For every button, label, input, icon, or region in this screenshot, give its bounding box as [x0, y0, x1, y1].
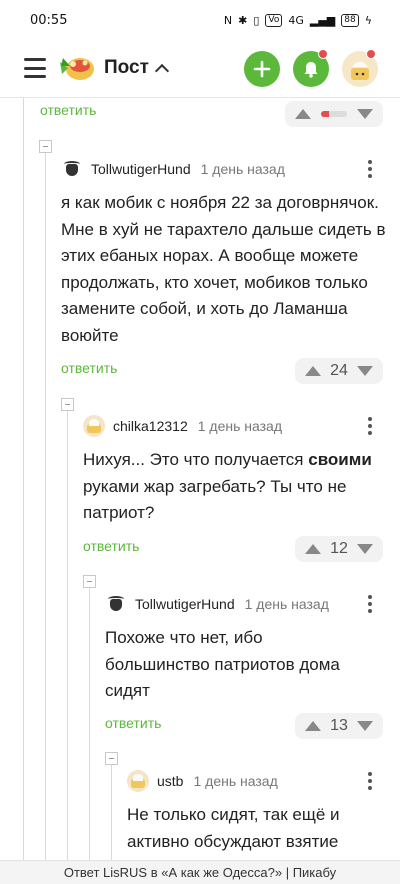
app-header: Пост	[0, 40, 400, 98]
comment-thread: ответить TollwutigerHund 1 день назад я …	[0, 98, 400, 860]
vote-widget: 13	[295, 713, 383, 739]
comment-text-part: Нихуя... Это что получается	[83, 450, 309, 469]
downvote-icon[interactable]	[356, 721, 373, 731]
status-icons: N ✱ ▯ Vo 4G ▂▄▆ 88 ϟ	[223, 13, 372, 27]
chevron-up-icon	[154, 63, 169, 79]
comment-header: ustb 1 день назад	[127, 770, 278, 792]
thread-line	[67, 404, 68, 860]
comment-date: 1 день назад	[193, 773, 278, 789]
downvote-icon[interactable]	[357, 109, 373, 119]
more-options-icon[interactable]	[368, 417, 372, 435]
pikabu-logo[interactable]	[58, 52, 96, 86]
comment-date: 1 день назад	[200, 161, 285, 177]
thread-line	[23, 98, 24, 860]
avatar[interactable]	[127, 770, 149, 792]
thread-line	[111, 760, 112, 860]
comment-header: TollwutigerHund 1 день назад	[61, 158, 285, 180]
comment-author[interactable]: chilka12312	[113, 418, 188, 434]
comment-author[interactable]: TollwutigerHund	[135, 596, 235, 612]
nfc-icon: N	[223, 13, 233, 27]
bluetooth-icon: ✱	[238, 13, 248, 27]
comment-text: я как мобик с ноября 22 за договрнячок. …	[61, 193, 386, 345]
reply-link[interactable]: ответить	[105, 715, 161, 731]
avatar[interactable]	[83, 415, 105, 437]
comment-date: 1 день назад	[244, 596, 329, 612]
avatar[interactable]	[61, 158, 83, 180]
page-title-text: Пост	[104, 57, 149, 78]
more-options-icon[interactable]	[368, 595, 372, 613]
vote-widget: 12	[295, 536, 383, 562]
comment-text-bold: своими	[308, 450, 372, 469]
avatar[interactable]	[105, 593, 127, 615]
plus-icon	[253, 60, 271, 78]
collapse-toggle[interactable]	[39, 140, 52, 153]
reply-link[interactable]: ответить	[83, 538, 139, 554]
status-time: 00:55	[30, 12, 68, 28]
comment-text: Не только сидят, так ещё и активно обсуж…	[127, 805, 340, 851]
comment-text-part: руками жар загребать? Ты что не патриот?	[83, 476, 347, 523]
vibrate-icon: ▯	[253, 13, 260, 27]
collapse-toggle[interactable]	[61, 398, 74, 411]
rating-bar	[321, 111, 347, 117]
vote-widget	[285, 101, 383, 127]
page-title[interactable]: Пост	[104, 57, 169, 79]
comment-header: chilka12312 1 день назад	[83, 415, 282, 437]
avatar-badge	[366, 49, 376, 59]
bell-icon	[304, 62, 318, 78]
collapse-toggle[interactable]	[105, 752, 118, 765]
reply-link[interactable]: ответить	[61, 360, 117, 376]
page-footer: Ответ LisRUS в «А как же Одесса?» | Пика…	[0, 860, 400, 884]
thread-line	[45, 150, 46, 860]
upvote-icon[interactable]	[295, 109, 311, 119]
charging-icon: ϟ	[364, 13, 372, 27]
thread-line	[89, 586, 90, 860]
vote-count: 24	[330, 362, 348, 379]
more-options-icon[interactable]	[368, 772, 372, 790]
comment-date: 1 день назад	[197, 418, 283, 434]
downvote-icon[interactable]	[356, 544, 373, 554]
menu-icon[interactable]	[24, 58, 46, 78]
downvote-icon[interactable]	[356, 366, 373, 376]
comment-text: Похоже что нет, ибо большинство патриото…	[105, 628, 340, 700]
more-options-icon[interactable]	[368, 160, 372, 178]
notification-dot	[318, 49, 328, 59]
reply-link[interactable]: ответить	[40, 102, 96, 118]
comment-author[interactable]: ustb	[157, 773, 183, 789]
collapse-toggle[interactable]	[83, 575, 96, 588]
battery-level: 88	[341, 13, 359, 27]
volte-icon: Vo	[265, 13, 283, 27]
add-post-button[interactable]	[244, 51, 280, 87]
upvote-icon[interactable]	[305, 721, 321, 731]
signal-icon: ▂▄▆	[309, 13, 336, 27]
footer-text: Ответ LisRUS в «А как же Одесса?» | Пика…	[63, 865, 337, 880]
upvote-icon[interactable]	[305, 366, 321, 376]
vote-count: 12	[330, 540, 348, 557]
comment-header: TollwutigerHund 1 день назад	[105, 593, 329, 615]
comment-text: Нихуя... Это что получается своими рукам…	[83, 447, 383, 527]
upvote-icon[interactable]	[305, 544, 321, 554]
network-label: 4G	[288, 13, 304, 27]
vote-widget: 24	[295, 358, 383, 384]
vote-count: 13	[330, 717, 348, 734]
comment-author[interactable]: TollwutigerHund	[91, 161, 191, 177]
status-bar: 00:55 N ✱ ▯ Vo 4G ▂▄▆ 88 ϟ	[0, 0, 400, 40]
